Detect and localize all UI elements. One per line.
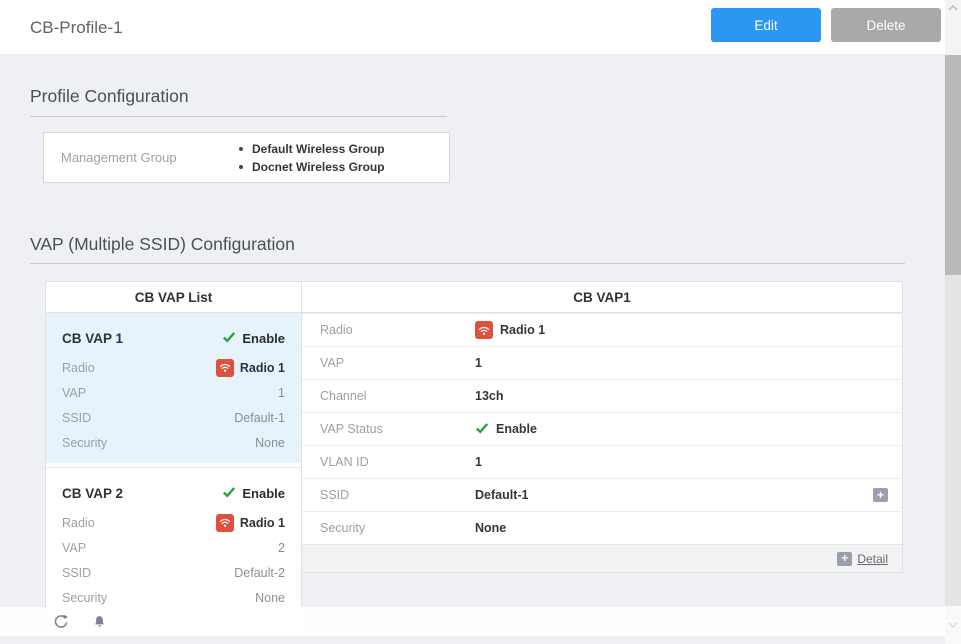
row-label: VLAN ID: [302, 455, 475, 469]
bell-icon[interactable]: [92, 614, 107, 630]
row-label: Security: [302, 521, 475, 535]
vap-list-header: CB VAP List: [46, 282, 301, 313]
status-badge: Enable: [222, 486, 285, 501]
plus-icon[interactable]: +: [837, 552, 852, 566]
vap-label: VAP: [62, 386, 86, 400]
bullet-icon: [239, 147, 243, 151]
detail-row-ssid: SSID Default-1 +: [302, 478, 902, 511]
status-label: Enable: [242, 486, 285, 501]
radio-label: Radio: [62, 516, 95, 530]
detail-link[interactable]: Detail: [857, 552, 888, 566]
refresh-icon[interactable]: [52, 613, 70, 631]
detail-row-radio: Radio Radio 1: [302, 313, 902, 346]
radio-value-label: Radio 1: [240, 361, 285, 375]
ssid-label: SSID: [62, 411, 91, 425]
management-group-item-label: Docnet Wireless Group: [252, 158, 385, 176]
security-label: Security: [62, 591, 107, 605]
section-divider: [30, 116, 447, 117]
page-title: CB-Profile-1: [30, 0, 123, 55]
vap-value: 1: [278, 386, 285, 400]
ssid-label: SSID: [62, 566, 91, 580]
bullet-icon: [239, 165, 243, 169]
page-header: CB-Profile-1 Edit Delete: [0, 0, 945, 55]
vertical-scrollbar: [945, 0, 961, 644]
ssid-value: Default-2: [234, 566, 285, 580]
row-label: Radio: [302, 323, 475, 337]
section-divider: [30, 263, 905, 264]
vap-value: 2: [278, 541, 285, 555]
detail-footer: + Detail: [302, 544, 902, 572]
delete-button[interactable]: Delete: [831, 8, 941, 42]
security-label: Security: [62, 436, 107, 450]
radio-value: Radio 1: [216, 514, 285, 532]
wifi-icon: [475, 321, 493, 339]
vap-card-title: CB VAP 1: [62, 331, 123, 346]
security-value: None: [255, 591, 285, 605]
vap-card-title: CB VAP 2: [62, 486, 123, 501]
vap-list-panel: CB VAP List CB VAP 1 Enable Radio Radio …: [45, 281, 302, 635]
detail-row-channel: Channel 13ch: [302, 379, 902, 412]
row-value-label: Radio 1: [500, 323, 545, 337]
edit-button[interactable]: Edit: [711, 8, 821, 42]
row-value-label: Enable: [496, 422, 537, 436]
row-value: Radio 1: [475, 321, 545, 339]
status-label: Enable: [242, 331, 285, 346]
check-icon: [222, 486, 236, 501]
row-label: SSID: [302, 488, 475, 502]
radio-label: Radio: [62, 361, 95, 375]
management-group-item-label: Default Wireless Group: [252, 140, 385, 158]
profile-config-heading: Profile Configuration: [30, 86, 189, 107]
vap-table: CB VAP List CB VAP 1 Enable Radio Radio …: [45, 281, 903, 635]
management-group-label: Management Group: [44, 150, 239, 165]
scroll-down-arrow[interactable]: [945, 606, 961, 644]
radio-value: Radio 1: [216, 359, 285, 377]
scroll-up-arrow[interactable]: [945, 0, 961, 55]
row-value: Enable: [475, 422, 537, 437]
row-label: Channel: [302, 389, 475, 403]
management-group-item: Docnet Wireless Group: [239, 158, 385, 176]
wifi-icon: [216, 514, 234, 532]
detail-row-vap-status: VAP Status Enable: [302, 412, 902, 445]
detail-row-vlan-id: VLAN ID 1: [302, 445, 902, 478]
wifi-icon: [216, 359, 234, 377]
radio-value-label: Radio 1: [240, 516, 285, 530]
check-icon: [222, 331, 236, 346]
row-value: Default-1: [475, 488, 528, 502]
status-badge: Enable: [222, 331, 285, 346]
security-value: None: [255, 436, 285, 450]
vap-detail-header: CB VAP1: [302, 282, 902, 313]
row-value: None: [475, 521, 506, 535]
detail-row-security: Security None: [302, 511, 902, 544]
vap-list-item-1[interactable]: CB VAP 1 Enable Radio Radio 1 VAP 1 SSID…: [46, 313, 301, 463]
vap-config-heading: VAP (Multiple SSID) Configuration: [30, 234, 295, 255]
vap-detail-panel: CB VAP1 Radio Radio 1 VAP 1 Channel 13ch…: [302, 281, 903, 573]
row-value: 13ch: [475, 389, 504, 403]
management-group-box: Management Group Default Wireless Group …: [43, 132, 450, 183]
bottom-toolbar: [0, 607, 945, 636]
ssid-value: Default-1: [234, 411, 285, 425]
row-label: VAP: [302, 356, 475, 370]
detail-row-vap: VAP 1: [302, 346, 902, 379]
row-value: 1: [475, 356, 482, 370]
check-icon: [475, 422, 489, 437]
scrollbar-thumb[interactable]: [945, 55, 961, 275]
add-ssid-button[interactable]: +: [873, 488, 888, 502]
row-value: 1: [475, 455, 482, 469]
management-group-item: Default Wireless Group: [239, 140, 385, 158]
vap-label: VAP: [62, 541, 86, 555]
row-label: VAP Status: [302, 422, 475, 436]
management-group-list: Default Wireless Group Docnet Wireless G…: [239, 140, 385, 176]
